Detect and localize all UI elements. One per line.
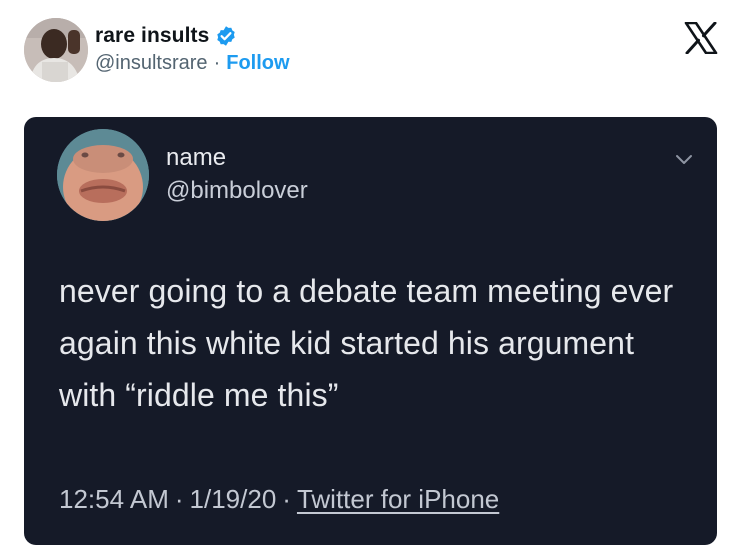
- author-name-row: rare insults: [95, 24, 237, 48]
- tweet-header: rare insults @insultsrare · Follow: [0, 0, 740, 110]
- author-handle[interactable]: @insultsrare: [95, 52, 208, 75]
- verified-badge-icon: [215, 25, 237, 47]
- follow-button[interactable]: Follow: [226, 52, 289, 75]
- author-handle-row: @insultsrare · Follow: [95, 52, 290, 75]
- embedded-tweet-source: Twitter for iPhone: [296, 484, 500, 514]
- chevron-down-icon: [674, 153, 694, 167]
- embedded-tweet-text: never going to a debate team meeting eve…: [59, 273, 674, 413]
- embedded-tweet-avatar: [57, 129, 149, 221]
- embedded-tweet-meta: 12:54 AM · 1/19/20 · Twitter for iPhone: [59, 484, 499, 515]
- separator-dot: ·: [213, 52, 221, 74]
- author-avatar[interactable]: [24, 18, 88, 82]
- embedded-tweet-date: 1/19/20: [189, 484, 277, 514]
- embedded-tweet-time: 12:54 AM: [59, 484, 169, 514]
- x-logo-icon[interactable]: [684, 21, 718, 55]
- embedded-tweet-image[interactable]: name @bimbolover never going to a debate…: [24, 117, 717, 545]
- meta-separator: ·: [282, 484, 291, 514]
- author-display-name[interactable]: rare insults: [95, 24, 209, 48]
- tweet-embed: rare insults @insultsrare · Follow name …: [0, 0, 740, 550]
- embedded-tweet-handle: @bimbolover: [166, 177, 308, 204]
- embedded-tweet-name: name: [166, 144, 227, 171]
- meta-separator: ·: [174, 484, 184, 514]
